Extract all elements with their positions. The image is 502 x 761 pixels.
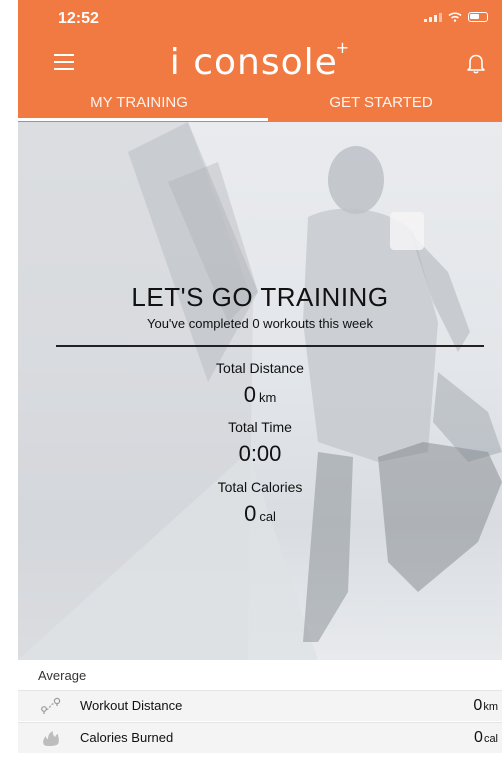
active-tab-indicator bbox=[18, 118, 268, 121]
headline: LET'S GO TRAINING bbox=[131, 282, 389, 312]
phone-screen: 12:52 i console+ MY TRAINING GET STARTED bbox=[0, 0, 502, 761]
workout-distance-number: 0 bbox=[473, 697, 483, 714]
total-calories-label: Total Calories bbox=[217, 479, 303, 495]
tab-get-started[interactable]: GET STARTED bbox=[260, 92, 502, 122]
workout-distance-value: 0km bbox=[473, 697, 498, 715]
average-summary: Average Workout Distance 0km Calories Bu… bbox=[18, 660, 502, 761]
app-title-text: i console bbox=[169, 42, 338, 83]
bell-icon[interactable] bbox=[466, 52, 486, 74]
workout-distance-label: Workout Distance bbox=[80, 698, 183, 713]
total-calories-unit: cal bbox=[259, 509, 276, 524]
total-time-value: 0:00 bbox=[238, 441, 282, 466]
total-distance-label: Total Distance bbox=[216, 360, 304, 376]
calories-burned-label: Calories Burned bbox=[80, 730, 174, 745]
workout-distance-row[interactable]: Workout Distance 0km bbox=[18, 690, 502, 721]
weekly-workouts-text: You've completed 0 workouts this week bbox=[146, 316, 373, 331]
total-time-label: Total Time bbox=[228, 419, 292, 435]
flame-icon bbox=[43, 731, 59, 747]
training-summary: LET'S GO TRAINING You've completed 0 wor… bbox=[18, 122, 502, 660]
calories-burned-unit: cal bbox=[483, 733, 498, 745]
total-distance-number: 0 bbox=[243, 382, 256, 407]
workout-distance-unit: km bbox=[483, 701, 498, 713]
calories-burned-number: 0 bbox=[474, 729, 483, 746]
app-header: 12:52 i console+ MY TRAINING GET STARTED bbox=[18, 0, 502, 122]
total-calories-number: 0 bbox=[244, 501, 257, 526]
app-title-plus: + bbox=[335, 38, 351, 57]
app-title: i console+ bbox=[18, 38, 502, 83]
calories-burned-value: 0cal bbox=[474, 729, 498, 747]
signal-icon bbox=[424, 12, 442, 22]
average-title: Average bbox=[38, 668, 87, 683]
total-distance-unit: km bbox=[258, 390, 277, 405]
battery-icon bbox=[468, 12, 488, 22]
hero-section: LET'S GO TRAINING You've completed 0 wor… bbox=[18, 122, 502, 660]
total-calories-value: 0 cal bbox=[18, 501, 502, 527]
total-distance-value: 0 km bbox=[18, 382, 502, 408]
divider bbox=[56, 345, 484, 347]
status-icons bbox=[424, 12, 488, 22]
calories-burned-row[interactable]: Calories Burned 0cal bbox=[18, 722, 502, 753]
status-time: 12:52 bbox=[58, 10, 99, 27]
wifi-icon bbox=[448, 12, 462, 22]
route-icon bbox=[41, 697, 61, 714]
